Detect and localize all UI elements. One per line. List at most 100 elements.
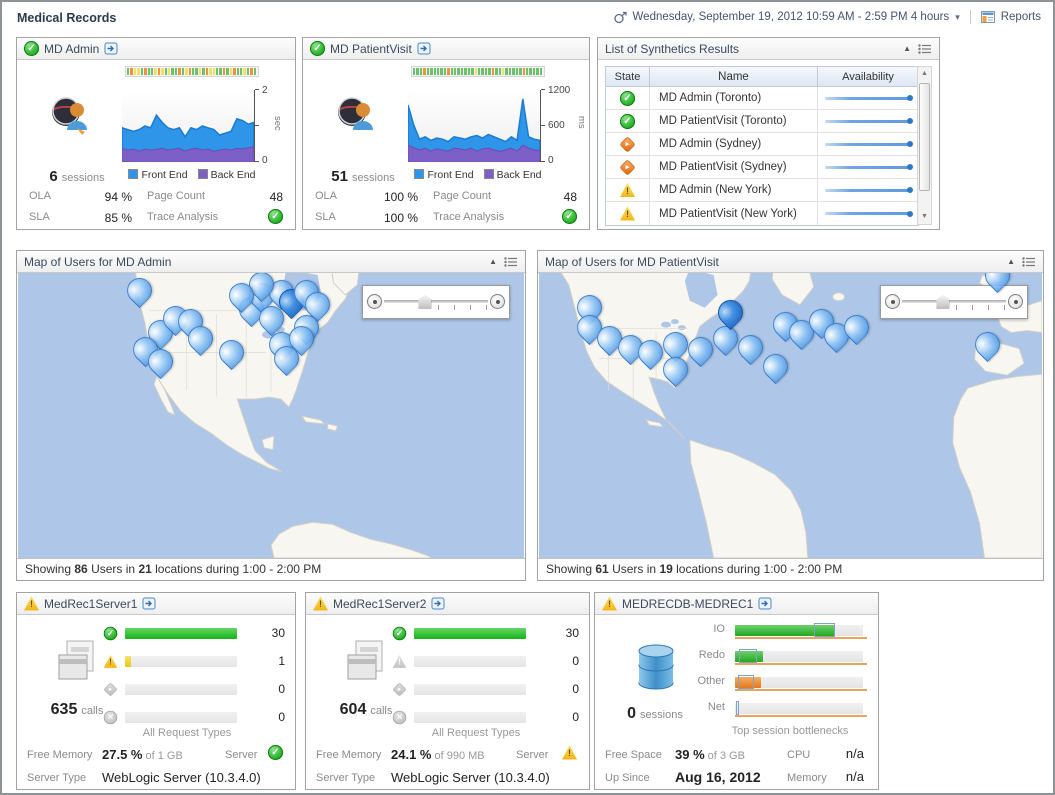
map-canvas[interactable] — [18, 273, 524, 558]
back-end-chip — [198, 169, 208, 179]
drilldown-icon[interactable] — [142, 597, 156, 610]
back-end-chip — [484, 169, 494, 179]
status-icon — [620, 114, 635, 129]
zoom-out-button[interactable] — [885, 294, 900, 309]
sessions-label: sessions — [62, 172, 105, 184]
status-icon — [619, 159, 635, 175]
heatstrip-segment — [478, 68, 480, 75]
server-status-icon — [562, 745, 577, 760]
heatstrip-segment — [168, 68, 170, 75]
heatstrip-segment — [233, 68, 235, 75]
synthetics-table: State Name Availability MD Admin (Toront… — [605, 66, 919, 226]
map-zoom-slider[interactable] — [880, 285, 1028, 319]
panel-title: Map of Users for MD Admin — [24, 255, 171, 269]
heatstrip-segment — [457, 68, 459, 75]
synthetic-name: MD Admin (Toronto) — [650, 87, 818, 109]
map-canvas[interactable] — [539, 273, 1042, 558]
panel-map-md-patientvisit: Map of Users for MD PatientVisit ▲ — [537, 250, 1044, 581]
sessions-value: 51 — [331, 168, 348, 185]
table-row[interactable]: MD Admin (New York) — [606, 179, 918, 202]
table-row[interactable]: MD PatientVisit (Toronto) — [606, 110, 918, 133]
panel-title: List of Synthetics Results — [605, 42, 739, 56]
col-availability[interactable]: Availability — [818, 71, 918, 83]
free-memory-value: 27.5 % — [102, 747, 142, 762]
server-type-value: WebLogic Server (10.3.4.0) — [391, 770, 550, 785]
chevron-down-icon[interactable]: ▾ — [955, 12, 960, 23]
col-state[interactable]: State — [606, 67, 650, 86]
heatstrip-segment — [141, 68, 143, 75]
synthetic-name: MD Admin (New York) — [650, 179, 818, 201]
collapse-icon[interactable]: ▲ — [1007, 258, 1015, 266]
collapse-icon[interactable]: ▲ — [903, 45, 911, 53]
zoom-out-button[interactable] — [367, 294, 382, 309]
heatstrip-segment — [492, 68, 494, 75]
zoom-slider-handle[interactable] — [418, 294, 431, 309]
ola-label: OLA — [29, 190, 51, 202]
heatstrip-segment — [247, 68, 249, 75]
zoom-in-button[interactable] — [1008, 294, 1023, 309]
collapse-icon[interactable]: ▲ — [489, 258, 497, 266]
trace-analysis-status-icon[interactable] — [562, 209, 577, 224]
scrollbar-thumb[interactable] — [919, 83, 930, 191]
y-axis-unit: sec — [272, 116, 283, 131]
sla-label: SLA — [315, 211, 336, 223]
bottleneck-bar — [735, 677, 863, 688]
table-row[interactable]: MD Admin (Toronto) — [606, 87, 918, 110]
heatstrip-segment — [485, 68, 487, 75]
table-row[interactable]: MD PatientVisit (New York) — [606, 202, 918, 225]
status-warning-icon — [313, 596, 328, 611]
up-since-label: Up Since — [605, 772, 650, 784]
panel-menu-icon[interactable] — [918, 43, 932, 55]
scrollbar[interactable]: ▲ ▼ — [917, 66, 932, 225]
up-since-value: Aug 16, 2012 — [675, 769, 761, 785]
drilldown-icon[interactable] — [104, 42, 118, 55]
time-window: 1:00 - 2:00 PM — [243, 562, 322, 576]
locations-count: 21 — [138, 562, 151, 576]
sessions-stat: 51sessions — [311, 168, 415, 185]
server-type-label: Server Type — [316, 772, 375, 784]
free-memory-total: of 990 MB — [434, 750, 484, 762]
map-zoom-slider[interactable] — [362, 285, 510, 319]
bottleneck-bar — [735, 625, 863, 636]
heatstrip-segment — [243, 68, 245, 75]
status-icon — [393, 655, 407, 669]
server-type-value: WebLogic Server (10.3.4.0) — [102, 770, 261, 785]
heatstrip-segment — [192, 68, 194, 75]
heatstrip-segment — [444, 68, 446, 75]
status-icon — [393, 627, 407, 641]
scroll-up-icon[interactable]: ▲ — [918, 67, 931, 81]
scroll-down-icon[interactable]: ▼ — [918, 210, 931, 224]
map-summary: Showing 61 Users in 19 locations during … — [538, 558, 1043, 580]
drilldown-icon[interactable] — [431, 597, 445, 610]
drilldown-icon[interactable] — [758, 597, 772, 610]
table-row[interactable]: MD PatientVisit (Sydney) — [606, 156, 918, 179]
y-axis-min: 0 — [548, 155, 554, 166]
request-count: 30 — [545, 626, 579, 640]
drilldown-icon[interactable] — [417, 42, 431, 55]
panel-md-admin: MD Admin 2 0 sec 6sessions Front End Bac — [16, 37, 296, 230]
panel-menu-icon[interactable] — [1022, 256, 1036, 268]
col-name[interactable]: Name — [650, 67, 818, 86]
reports-button[interactable]: Reports — [1001, 11, 1041, 23]
zoom-slider-track[interactable] — [384, 300, 488, 303]
legend-front-end: Front End — [427, 169, 473, 181]
panel-menu-icon[interactable] — [504, 256, 518, 268]
map-summary: Showing 86 Users in 21 locations during … — [17, 558, 525, 580]
time-range-selector[interactable]: Wednesday, September 19, 2012 10:59 AM -… — [633, 11, 950, 23]
heatstrip-segment — [481, 68, 483, 75]
table-row[interactable]: MD Admin (Sydney) — [606, 133, 918, 156]
heatstrip-segment — [182, 68, 184, 75]
heatstrip-segment — [502, 68, 504, 75]
table-header-row: State Name Availability — [606, 67, 918, 87]
alarm-heatstrip[interactable] — [411, 66, 545, 77]
heatstrip-segment — [144, 68, 146, 75]
heatstrip-segment — [447, 68, 449, 75]
zoom-slider-handle[interactable] — [936, 294, 949, 309]
heatstrip-segment — [230, 68, 232, 75]
alarm-heatstrip[interactable] — [125, 66, 259, 77]
sla-label: SLA — [29, 211, 50, 223]
bottleneck-label: IO — [683, 623, 725, 635]
zoom-slider-track[interactable] — [902, 300, 1006, 303]
trace-analysis-status-icon[interactable] — [268, 209, 283, 224]
zoom-in-button[interactable] — [490, 294, 505, 309]
